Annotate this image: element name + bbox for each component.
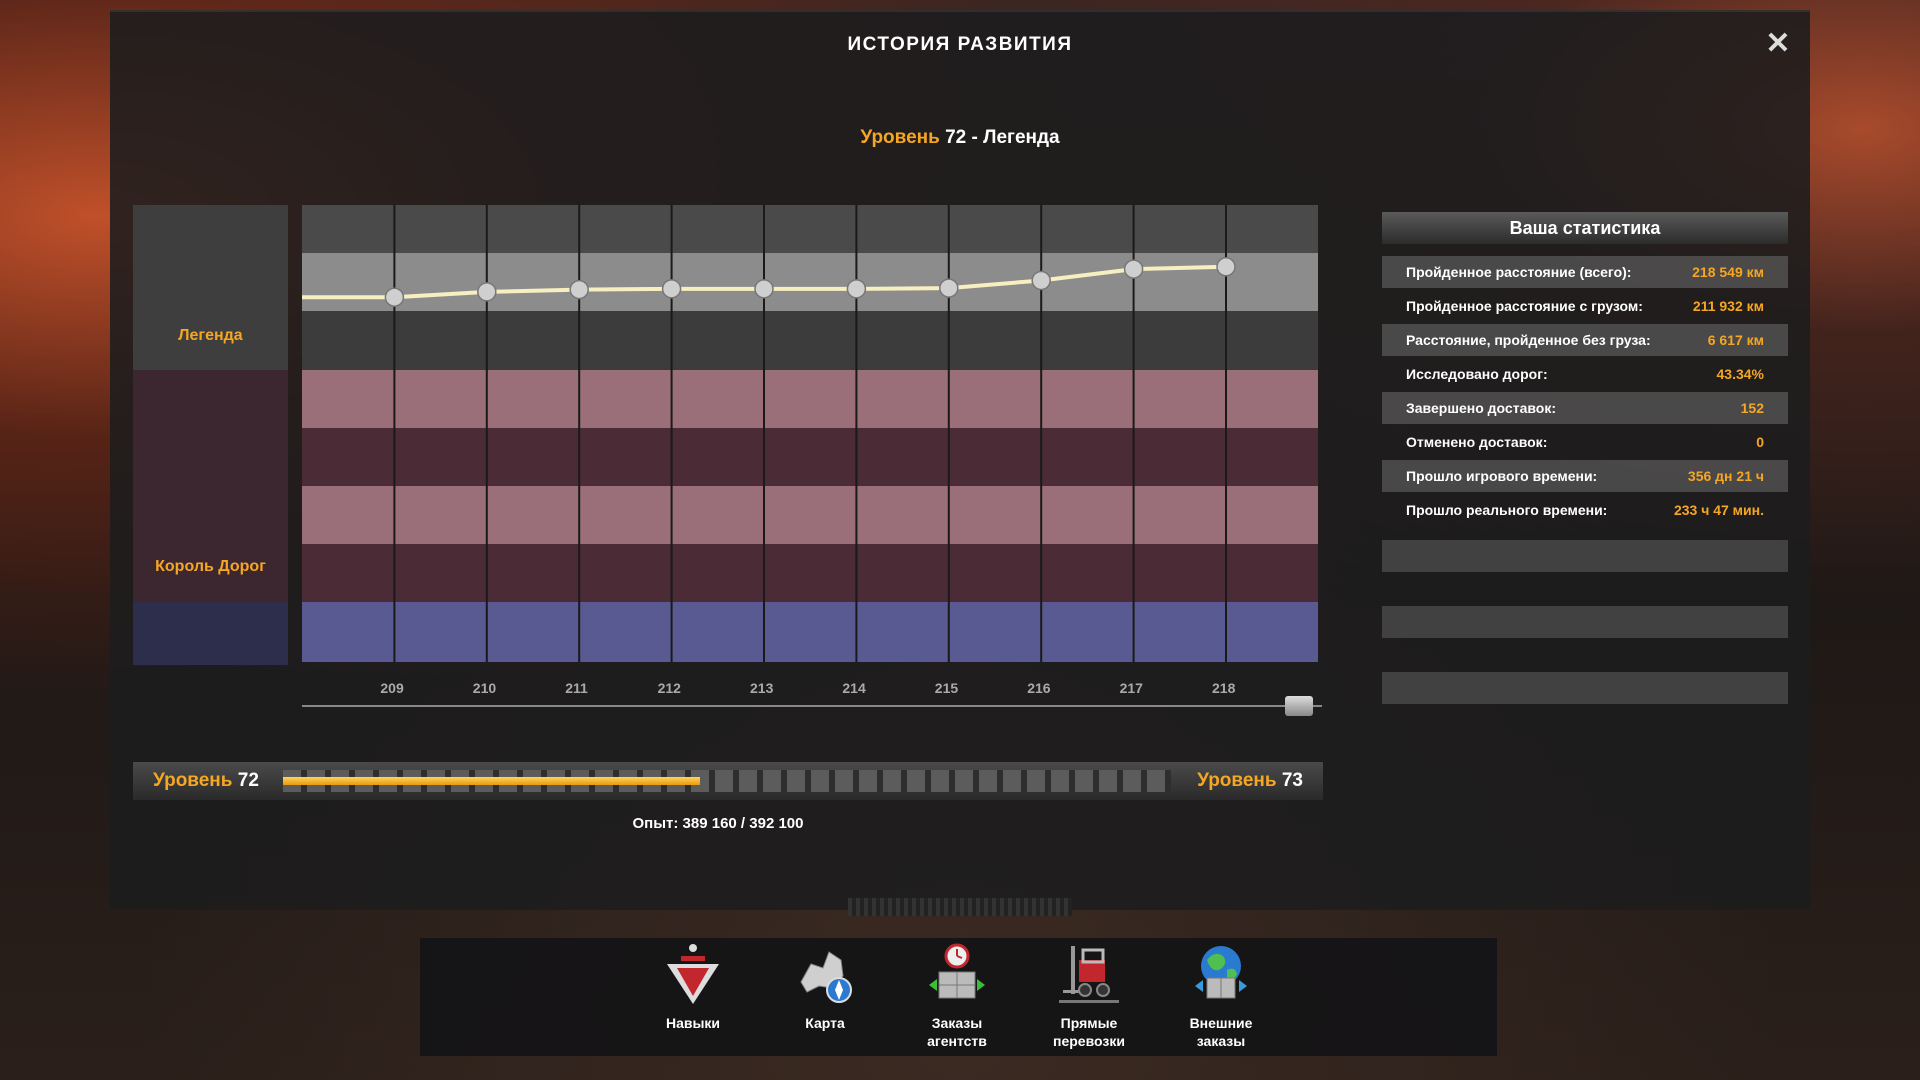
dock-label-skills: Навыки [665, 1015, 721, 1031]
stats-header: Ваша статистика [1382, 212, 1788, 244]
map-icon [800, 951, 852, 1003]
skills-icon [667, 944, 719, 1004]
chart-point [939, 278, 959, 298]
chart-point [384, 287, 405, 307]
chart-band [302, 428, 1318, 486]
chart-tick-label: 210 [473, 680, 497, 696]
dock-item-skills[interactable]: Навыки [628, 938, 758, 1056]
chart-tick-label: 215 [935, 680, 959, 696]
stat-row: Прошло реального времени: 233 ч 47 мин. [1382, 494, 1788, 526]
rank-band-lower [133, 602, 288, 665]
stats-empty-row [1382, 540, 1788, 572]
stat-label: Отменено доставок: [1406, 434, 1548, 450]
stat-row: Завершено доставок: 152 [1382, 392, 1788, 424]
xp-fill [283, 777, 701, 785]
chart-tick-label: 211 [565, 680, 588, 696]
level-heading: Уровень 72 - Легенда [110, 127, 1810, 149]
xp-current-prefix: Уровень [153, 770, 233, 791]
chart-point [754, 279, 774, 299]
stat-label: Прошло реального времени: [1406, 502, 1608, 518]
stat-label: Расстояние, пройденное без груза: [1406, 332, 1651, 348]
rank-band-legend [133, 205, 288, 370]
chart-tick-label: 212 [658, 680, 682, 696]
forklift-icon [1059, 946, 1119, 1003]
xp-next-level: Уровень 73 [1197, 762, 1303, 800]
chart-tick-label: 213 [750, 680, 774, 696]
stat-value: 218 549 км [1692, 264, 1764, 280]
stat-value: 233 ч 47 мин. [1673, 502, 1764, 518]
level-prefix: Уровень [860, 127, 940, 148]
chart-tick-label: 217 [1120, 680, 1144, 696]
xp-current-number: 72 [237, 770, 259, 791]
stat-row: Пройденное расстояние (всего): 218 549 км [1382, 256, 1788, 288]
window-title: ИСТОРИЯ РАЗВИТИЯ [847, 34, 1073, 55]
stat-row: Пройденное расстояние с грузом: 211 932 к… [1382, 290, 1788, 322]
xp-next-prefix: Уровень [1197, 770, 1277, 791]
stat-value: 152 [1740, 400, 1764, 416]
rank-column: Легенда Король Дорог [133, 205, 288, 665]
dock-grip [848, 898, 1072, 916]
close-icon[interactable]: ✕ [1758, 24, 1798, 64]
xp-track [283, 770, 1171, 792]
dock-item-map[interactable]: Карта [760, 938, 890, 1056]
stat-label: Пройденное расстояние с грузом: [1406, 298, 1643, 314]
dock-label-agency-orders: Заказы агентств [927, 1015, 987, 1049]
dock-label-external-orders: Внешние заказы [1189, 1015, 1253, 1049]
chart-band [302, 311, 1318, 370]
dock-item-agency-orders[interactable]: Заказы агентств [892, 938, 1022, 1056]
agency-orders-icon [929, 943, 985, 999]
level-number: 72 [945, 127, 967, 148]
xp-current-level: Уровень 72 [153, 762, 259, 800]
stats-empty-row [1382, 606, 1788, 638]
globe-icon [1195, 946, 1247, 999]
dock-item-external-orders[interactable]: Внешние заказы [1156, 938, 1286, 1056]
stat-value: 43.34% [1716, 366, 1764, 382]
level-history-chart: 209 210 211 212 213 214 215 216 217 218 [302, 205, 1318, 696]
stats-empty-row [1382, 672, 1788, 704]
chart-tick-label: 218 [1212, 680, 1236, 696]
chart-scroll-handle[interactable] [1285, 696, 1313, 716]
chart-scrollbar[interactable] [302, 705, 1322, 707]
chart-band [302, 205, 1318, 253]
chart-band [302, 602, 1318, 662]
chart-band [302, 544, 1318, 602]
history-window: ИСТОРИЯ РАЗВИТИЯ ✕ Уровень 72 - Легенда … [110, 10, 1810, 910]
rank-label-king: Король Дорог [155, 558, 266, 575]
stat-value: 211 932 км [1692, 298, 1764, 314]
dock-label-direct-freight: Прямые перевозки [1053, 1015, 1125, 1049]
chart-point [846, 279, 867, 299]
stat-label: Прошло игрового времени: [1406, 468, 1598, 484]
chart-tick-label: 216 [1027, 680, 1051, 696]
rank-name: - Легенда [971, 127, 1060, 148]
chart-band [302, 486, 1318, 544]
stat-value: 0 [1756, 434, 1764, 450]
xp-text: Опыт: 389 160 / 392 100 [632, 815, 804, 832]
chart-point [661, 279, 682, 299]
stat-row: Отменено доставок: 0 [1382, 426, 1788, 458]
stat-row: Прошло игрового времени: 356 дн 21 ч [1382, 460, 1788, 492]
chart-point [1123, 259, 1144, 279]
stat-label: Исследовано дорог: [1406, 366, 1548, 382]
dock-item-direct-freight[interactable]: Прямые перевозки [1024, 938, 1154, 1056]
bottom-dock: Навыки Карта Заказы агентств Прямые пере… [420, 938, 1497, 1056]
stat-label: Завершено доставок: [1406, 400, 1556, 416]
xp-bar: Уровень 72 Уровень 73 [133, 762, 1323, 800]
stat-label: Пройденное расстояние (всего): [1406, 264, 1632, 280]
stat-value: 356 дн 21 ч [1687, 468, 1764, 484]
xp-next-number: 73 [1281, 770, 1303, 791]
stats-panel: Ваша статистика Пройденное расстояние (в… [1382, 212, 1788, 704]
chart-point [1216, 257, 1236, 277]
chart-tick-label: 214 [842, 680, 866, 696]
rank-label-legend: Легенда [178, 327, 243, 344]
chart-band [302, 370, 1318, 428]
stat-row: Исследовано дорог: 43.34% [1382, 358, 1788, 390]
chart-point [569, 279, 589, 300]
chart-tick-label: 209 [380, 680, 404, 696]
chart-point [1031, 270, 1051, 291]
dock-label-map: Карта [805, 1015, 845, 1031]
stat-value: 6 617 км [1707, 332, 1764, 348]
stat-row: Расстояние, пройденное без груза: 6 617 к… [1382, 324, 1788, 356]
chart-point [477, 282, 497, 302]
chart-band [302, 253, 1318, 311]
